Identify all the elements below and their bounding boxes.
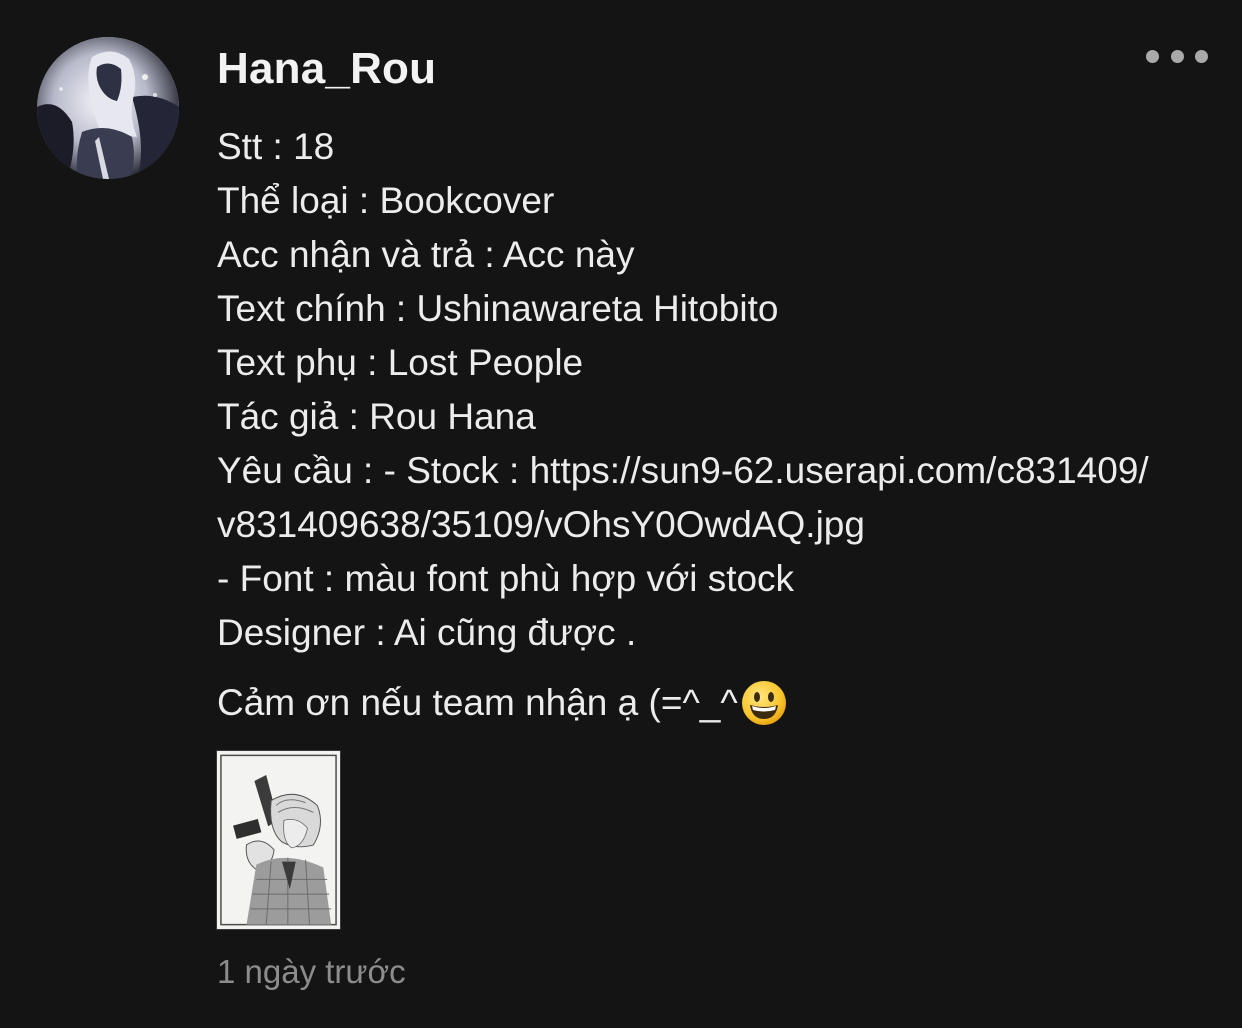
post-line: Thể loại : Bookcover (217, 180, 555, 221)
grinning-face-emoji-icon (741, 681, 786, 725)
post-line: Designer : Ai cũng được . (217, 612, 637, 653)
attached-image-illustration (217, 751, 340, 929)
more-options-button[interactable] (1146, 46, 1208, 66)
post-line-link[interactable]: v831409638/35109/vOhsY0OwdAQ.jpg (217, 498, 1227, 552)
post-line: Stt : 18 (217, 126, 335, 167)
attached-image[interactable] (216, 750, 341, 930)
avatar[interactable] (37, 37, 179, 179)
post-line: Text phụ : Lost People (217, 342, 584, 383)
more-horizontal-icon (1195, 49, 1208, 63)
more-horizontal-icon (1146, 49, 1159, 63)
timestamp: 1 ngày trước (217, 953, 406, 990)
post-line: - Font : màu font phù hợp với stock (217, 558, 795, 599)
post-line: Tác giả : Rou Hana (217, 396, 536, 437)
more-horizontal-icon (1170, 49, 1184, 63)
post-line: Acc nhận và trả : Acc này (217, 234, 635, 275)
avatar-image (37, 37, 179, 179)
thanks-line: Cảm ơn nếu team nhận ạ (=^_^ (217, 676, 788, 730)
post-line-link[interactable]: Yêu cầu : - Stock : https://sun9-62.user… (217, 444, 1227, 498)
post-line: Text chính : Ushinawareta Hitobito (217, 288, 779, 329)
username[interactable]: Hana_Rou (217, 42, 436, 96)
post-body: Stt : 18 Thể loại : Bookcover Acc nhận v… (217, 120, 1227, 660)
thanks-text: Cảm ơn nếu team nhận ạ (=^_^ (217, 682, 738, 723)
